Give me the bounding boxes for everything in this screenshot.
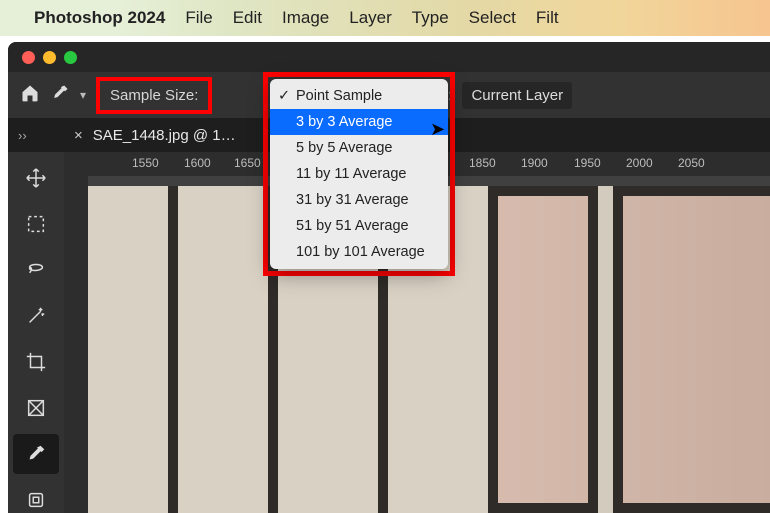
- ruler-tick: 1650: [234, 156, 261, 170]
- dropdown-item-51by51[interactable]: 51 by 51 Average: [270, 213, 448, 239]
- frame-tool[interactable]: [13, 388, 59, 428]
- marquee-tool[interactable]: [13, 204, 59, 244]
- menu-select[interactable]: Select: [469, 8, 516, 28]
- ruler-tick: 1550: [132, 156, 159, 170]
- menu-filter[interactable]: Filt: [536, 8, 559, 28]
- home-icon[interactable]: [20, 83, 40, 107]
- tab-drag-handle-icon[interactable]: ››: [8, 128, 74, 143]
- tab-close-icon[interactable]: ×: [74, 127, 83, 144]
- tool-preset-chevron-icon[interactable]: ▾: [80, 88, 86, 102]
- ruler-tick: 1850: [469, 156, 496, 170]
- dropdown-item-3by3[interactable]: 3 by 3 Average: [270, 109, 448, 135]
- ruler-tick: 1900: [521, 156, 548, 170]
- move-tool[interactable]: [13, 158, 59, 198]
- sample-size-highlight: Sample Size:: [96, 77, 212, 114]
- menu-layer[interactable]: Layer: [349, 8, 392, 28]
- ruler-tick: 1600: [184, 156, 211, 170]
- window-titlebar: [8, 42, 770, 72]
- window-close-button[interactable]: [22, 51, 35, 64]
- dropdown-item-11by11[interactable]: 11 by 11 Average: [270, 161, 448, 187]
- sample-value-dropdown[interactable]: Current Layer: [462, 82, 572, 109]
- sample-size-dropdown-highlight: ✓ Point Sample 3 by 3 Average 5 by 5 Ave…: [263, 72, 455, 276]
- app-name[interactable]: Photoshop 2024: [34, 8, 165, 28]
- ruler-tick: 1950: [574, 156, 601, 170]
- ruler-tick: 2000: [626, 156, 653, 170]
- eyedropper-icon[interactable]: [50, 83, 70, 107]
- eyedropper-tool[interactable]: [13, 434, 59, 474]
- menu-file[interactable]: File: [185, 8, 212, 28]
- menu-type[interactable]: Type: [412, 8, 449, 28]
- vertical-ruler[interactable]: [64, 176, 88, 513]
- lasso-tool[interactable]: [13, 250, 59, 290]
- dropdown-item-point-sample[interactable]: ✓ Point Sample: [270, 83, 448, 109]
- menu-edit[interactable]: Edit: [233, 8, 262, 28]
- dropdown-item-5by5[interactable]: 5 by 5 Average: [270, 135, 448, 161]
- sample-size-dropdown[interactable]: ✓ Point Sample 3 by 3 Average 5 by 5 Ave…: [270, 79, 448, 269]
- menu-image[interactable]: Image: [282, 8, 329, 28]
- dropdown-item-101by101[interactable]: 101 by 101 Average: [270, 239, 448, 265]
- tools-panel: [8, 152, 64, 513]
- window-minimize-button[interactable]: [43, 51, 56, 64]
- ruler-tick: 2050: [678, 156, 705, 170]
- window-zoom-button[interactable]: [64, 51, 77, 64]
- document-tab-title[interactable]: SAE_1448.jpg @ 1…: [93, 127, 236, 144]
- crop-tool[interactable]: [13, 342, 59, 382]
- sample-size-label[interactable]: Sample Size:: [110, 87, 198, 104]
- dropdown-item-31by31[interactable]: 31 by 31 Average: [270, 187, 448, 213]
- wand-tool[interactable]: [13, 296, 59, 336]
- mac-menubar: Photoshop 2024 File Edit Image Layer Typ…: [0, 0, 770, 36]
- patch-tool[interactable]: [13, 480, 59, 513]
- checkmark-icon: ✓: [278, 88, 290, 104]
